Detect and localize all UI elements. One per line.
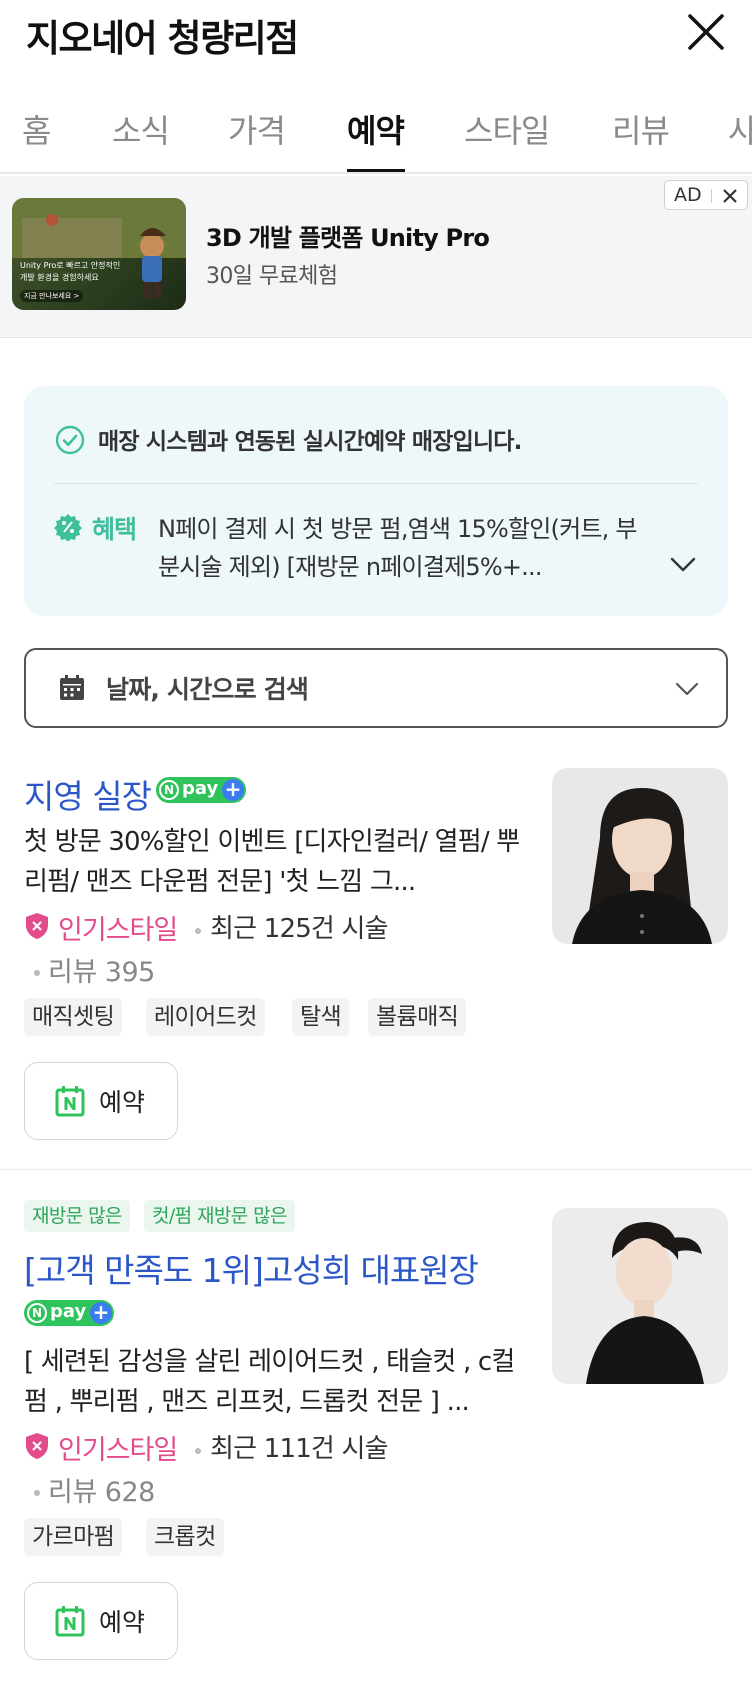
npay-badge: N pay + — [24, 1300, 114, 1326]
tab-active-indicator — [347, 169, 405, 172]
review-count[interactable]: 리뷰 395 — [48, 950, 155, 989]
tab-review[interactable]: 리뷰 — [612, 106, 670, 152]
ad-thumbnail[interactable]: Unity Pro로 빠르고 안정적인 개발 환경을 경험하세요 지금 만나보세… — [12, 198, 186, 310]
popular-style-label: 인기스타일 — [58, 915, 178, 946]
staff-card[interactable]: 지영 실장 N pay + 첫 방문 30%할인 이벤트 [디자인컬러/ 열펌/… — [0, 760, 752, 1170]
tab-reservation[interactable]: 예약 — [347, 106, 405, 152]
style-tag: 볼륨매직 — [368, 998, 467, 1036]
review-count[interactable]: 리뷰 628 — [48, 1470, 155, 1509]
naver-calendar-icon — [55, 1606, 85, 1637]
reserve-label: 예약 — [99, 1608, 146, 1637]
staff-portrait — [552, 768, 728, 944]
npay-badge: N pay + — [156, 777, 246, 803]
staff-description: [ 세련된 감성을 살린 레이어드컷 , 태슬컷 , c컬펌 , 뿌리펌 , 맨… — [24, 1347, 515, 1417]
staff-name[interactable]: 지영 실장 — [24, 770, 152, 818]
shield-icon — [26, 1433, 48, 1459]
recent-count: 최근 111건 시술 — [210, 1434, 389, 1464]
tab-bar: 홈 소식 가격 예약 스타일 리뷰 사 — [0, 90, 752, 174]
separator-dot — [195, 928, 201, 934]
search-label: 날짜, 시간으로 검색 — [106, 675, 309, 704]
tab-style[interactable]: 스타일 — [464, 106, 550, 152]
page-title: 지오네어 청량리점 — [26, 17, 299, 60]
staff-name[interactable]: [고객 만족도 1위]고성희 대표원장 — [24, 1244, 479, 1292]
separator-dot — [34, 1490, 40, 1496]
staff-card[interactable]: 재방문 많은 컷/펌 재방문 많은 [고객 만족도 1위]고성희 대표원장 N … — [0, 1200, 752, 1680]
ad-subtitle[interactable]: 30일 무료체험 — [206, 258, 338, 290]
staff-photo[interactable] — [552, 1208, 728, 1384]
divider — [54, 483, 698, 484]
recent-count: 최근 125건 시술 — [210, 914, 389, 944]
calendar-icon — [60, 675, 84, 700]
close-icon[interactable] — [717, 184, 743, 208]
popular-style-label: 인기스타일 — [58, 1435, 178, 1466]
ad-badge[interactable]: AD — [664, 180, 748, 210]
ad-label: AD — [674, 184, 702, 206]
chevron-down-icon[interactable] — [668, 554, 698, 574]
reserve-button[interactable]: 예약 — [24, 1062, 178, 1140]
ad-thumb-caption: Unity Pro로 빠르고 안정적인 개발 환경을 경험하세요 — [20, 261, 121, 282]
shield-icon — [26, 913, 48, 939]
header: 지오네어 청량리점 — [0, 0, 752, 70]
date-time-search[interactable]: 날짜, 시간으로 검색 — [24, 648, 728, 728]
ad-thumb-cta: 지금 만나보세요 > — [20, 290, 84, 302]
reserve-label: 예약 — [99, 1088, 146, 1117]
separator-dot — [34, 970, 40, 976]
percent-badge-icon — [54, 514, 82, 541]
revisit-badge: 재방문 많은 — [24, 1200, 130, 1232]
ad-banner[interactable]: Unity Pro로 빠르고 안정적인 개발 환경을 경험하세요 지금 만나보세… — [0, 176, 752, 338]
tab-photo[interactable]: 사 — [728, 106, 752, 152]
style-tag: 레이어드컷 — [146, 998, 265, 1036]
reservation-info-box: 매장 시스템과 연동된 실시간예약 매장입니다. 혜택 N페이 결제 시 첫 방… — [24, 386, 728, 616]
close-icon[interactable] — [684, 10, 728, 54]
realtime-notice: 매장 시스템과 연동된 실시간예약 매장입니다. — [98, 429, 522, 455]
separator-dot — [195, 1448, 201, 1454]
revisit-badge: 컷/펌 재방문 많은 — [144, 1200, 295, 1232]
reserve-button[interactable]: 예약 — [24, 1582, 178, 1660]
staff-photo[interactable] — [552, 768, 728, 944]
staff-description: 첫 방문 30%할인 이벤트 [디자인컬러/ 열펌/ 뿌리펌/ 맨즈 다운펌 전… — [24, 827, 520, 897]
tab-price[interactable]: 가격 — [228, 106, 286, 152]
check-circle-icon — [55, 425, 85, 455]
benefit-text: N페이 결제 시 첫 방문 펌,염색 15%할인(커트, 부분시술 제외) [재… — [158, 515, 637, 581]
tab-home[interactable]: 홈 — [22, 106, 51, 152]
ad-badge-divider — [711, 189, 712, 203]
staff-portrait — [552, 1208, 728, 1384]
chevron-down-icon — [675, 682, 699, 696]
style-tag: 크롭컷 — [146, 1518, 224, 1556]
benefit-label: 혜택 — [92, 515, 137, 544]
ad-title[interactable]: 3D 개발 플랫폼 Unity Pro — [206, 218, 490, 253]
tab-news[interactable]: 소식 — [112, 106, 170, 152]
naver-calendar-icon — [55, 1086, 85, 1117]
style-tag: 매직셋팅 — [24, 998, 123, 1036]
style-tag: 탈색 — [292, 998, 350, 1036]
style-tag: 가르마펌 — [24, 1518, 123, 1556]
